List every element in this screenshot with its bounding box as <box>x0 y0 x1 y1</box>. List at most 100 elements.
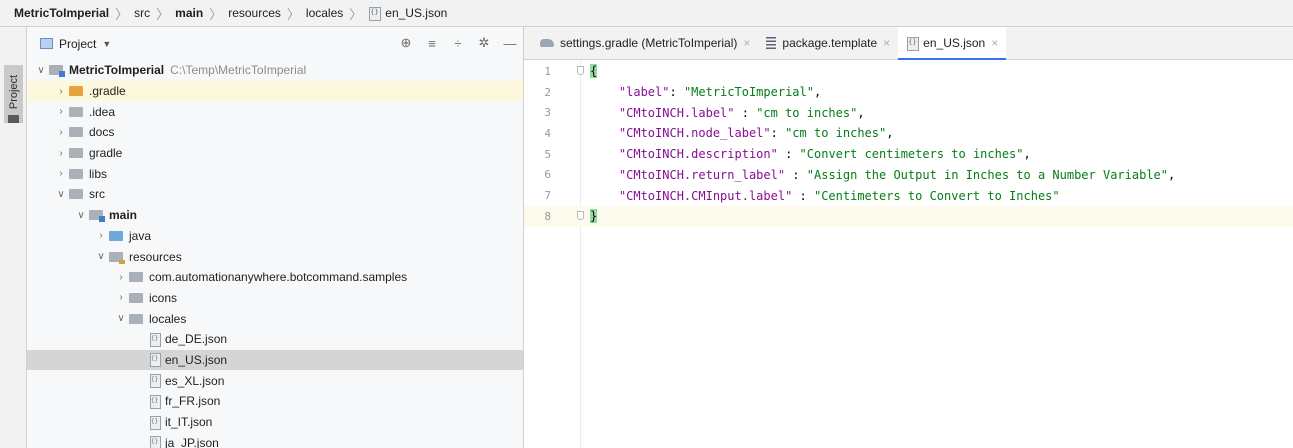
chevron-right-icon[interactable]: › <box>53 106 69 117</box>
hide-icon[interactable]: — <box>503 36 517 51</box>
tree-row[interactable]: ›fr_FR.json <box>27 391 523 412</box>
editor-tab[interactable]: en_US.json × <box>898 27 1007 60</box>
code-line[interactable]: 3 "CMtoINCH.label" : "cm to inches", <box>524 102 1293 123</box>
json-file-icon <box>149 374 161 389</box>
chevron-right-icon[interactable]: › <box>53 127 69 138</box>
code-token: , <box>813 85 822 100</box>
code-line[interactable]: 8} <box>524 205 1293 227</box>
tree-row[interactable]: ›es_XL.json <box>27 370 523 391</box>
json-file-icon <box>368 6 382 21</box>
settings-icon[interactable]: ✲ <box>477 35 491 51</box>
tree-row[interactable]: › .gradle <box>27 80 523 102</box>
tree-row[interactable]: ›it_IT.json <box>27 412 523 433</box>
chevron-right-icon[interactable]: › <box>53 168 69 179</box>
project-tool-window-label: Project <box>8 74 20 110</box>
tree-row[interactable]: ›en_US.json <box>27 349 523 371</box>
project-panel: Project ▼ ⊕ ≡ ÷ ✲ — ∨ MetricToImperial C:\… <box>27 27 524 448</box>
tree-row[interactable]: › docs <box>27 122 523 143</box>
breadcrumb-separator-icon: 〉 <box>349 6 363 22</box>
chevron-right-icon[interactable]: › <box>93 230 109 241</box>
code-text: { <box>590 64 598 79</box>
folder-icon <box>109 251 125 264</box>
chevron-down-icon[interactable]: ∨ <box>53 189 69 200</box>
folder-icon <box>89 210 105 223</box>
breadcrumb-separator-icon: 〉 <box>286 6 300 22</box>
tree-row[interactable]: › com.automationanywhere.botcommand.sampl… <box>27 267 523 288</box>
tree-row[interactable]: ∨ main <box>27 205 523 226</box>
chevron-right-icon[interactable]: › <box>53 148 69 159</box>
folder-icon[interactable] <box>8 115 19 123</box>
code-token: "CMtoINCH.CMInput.label" <box>618 188 793 203</box>
breadcrumb-item[interactable]: en_US.json <box>368 6 447 21</box>
close-icon[interactable]: × <box>991 36 998 50</box>
chevron-right-icon[interactable]: › <box>53 86 69 97</box>
chevron-right-icon[interactable]: › <box>113 272 129 283</box>
code-line[interactable]: 4 "CMtoINCH.node_label": "cm to inches", <box>524 123 1293 144</box>
chevron-down-icon[interactable]: ∨ <box>73 210 89 221</box>
tree-item-label: .idea <box>89 104 116 119</box>
code-line[interactable]: 5 "CMtoINCH.description" : "Convert cent… <box>524 144 1293 165</box>
code-text: } <box>590 209 598 224</box>
chevron-down-icon[interactable]: ∨ <box>93 251 109 262</box>
code-token: , <box>1168 167 1176 182</box>
breadcrumb-item[interactable]: locales <box>306 6 343 20</box>
gradle-icon <box>540 39 554 47</box>
breadcrumb-item[interactable]: MetricToImperial <box>14 6 109 20</box>
folder-icon <box>129 272 143 283</box>
fold-icon[interactable] <box>577 210 584 220</box>
folder-icon <box>69 86 83 97</box>
folder-icon <box>69 189 83 200</box>
code-line[interactable]: 1{ <box>524 61 1293 82</box>
tree-item-label: de_DE.json <box>165 332 228 347</box>
chevron-down-icon[interactable]: ▼ <box>102 39 111 49</box>
editor-tab[interactable]: settings.gradle (MetricToImperial) × <box>532 27 758 59</box>
tree-row[interactable]: › icons <box>27 288 523 309</box>
editor-tabs: settings.gradle (MetricToImperial) × packa… <box>524 27 1293 60</box>
chevron-right-icon[interactable]: › <box>113 292 129 303</box>
code-line[interactable]: 6 "CMtoINCH.return_label" : "Assign the … <box>524 165 1293 186</box>
breadcrumb-item[interactable]: resources <box>228 6 281 20</box>
tree-item-label: fr_FR.json <box>165 394 221 409</box>
tree-row[interactable]: ›de_DE.json <box>27 329 523 350</box>
expand-icon[interactable]: ÷ <box>451 36 465 51</box>
tree-row[interactable]: › .idea <box>27 101 523 122</box>
tree-item-label: src <box>89 187 105 202</box>
close-icon[interactable]: × <box>883 36 890 50</box>
tree-row[interactable]: ∨ resources <box>27 246 523 267</box>
tree-row[interactable]: ∨ MetricToImperial C:\Temp\MetricToImperia… <box>27 60 523 81</box>
chevron-down-icon[interactable]: ∨ <box>33 65 49 76</box>
collapse-icon[interactable]: ≡ <box>425 36 439 51</box>
code-token: "CMtoINCH.description" <box>618 147 778 162</box>
tree-row[interactable]: ∨ locales <box>27 308 523 329</box>
breadcrumb-item[interactable]: src <box>134 6 150 20</box>
close-icon[interactable]: × <box>743 36 750 50</box>
code-token: "MetricToImperial" <box>683 85 814 100</box>
code-editor[interactable]: 1{2 "label": "MetricToImperial", 3 "CMtoI… <box>524 60 1293 448</box>
code-text: "CMtoINCH.return_label" : "Assign the Ou… <box>590 168 1175 182</box>
code-text: "CMtoINCH.label" : "cm to inches", <box>590 106 865 120</box>
tree-item-label: main <box>109 208 138 223</box>
tree-row[interactable]: › gradle <box>27 143 523 164</box>
project-view-title[interactable]: Project <box>59 37 96 51</box>
json-file-icon <box>149 353 161 368</box>
code-text: "CMtoINCH.CMInput.label" : "Centimeters … <box>590 189 1060 203</box>
code-line[interactable]: 2 "label": "MetricToImperial", <box>524 82 1293 103</box>
tree-row[interactable]: › java <box>27 226 523 247</box>
fold-icon[interactable] <box>577 66 584 75</box>
target-icon[interactable]: ⊕ <box>399 35 413 51</box>
tree-row[interactable]: ›ja_JP.json <box>27 432 523 448</box>
editor-tab[interactable]: package.template × <box>758 27 898 59</box>
json-file-icon <box>149 415 161 430</box>
tree-row[interactable]: ∨ src <box>27 184 523 205</box>
tree-row[interactable]: › libs <box>27 163 523 184</box>
chevron-down-icon[interactable]: ∨ <box>113 313 129 324</box>
breadcrumb-item[interactable]: main <box>175 6 203 20</box>
project-tree: ∨ MetricToImperial C:\Temp\MetricToImperia… <box>27 60 523 448</box>
json-file-icon <box>149 394 161 409</box>
code-token: : <box>770 126 786 141</box>
code-line[interactable]: 7 "CMtoINCH.CMInput.label" : "Centimeter… <box>524 185 1293 206</box>
code-token: { <box>590 64 598 79</box>
code-token: : <box>777 147 800 162</box>
